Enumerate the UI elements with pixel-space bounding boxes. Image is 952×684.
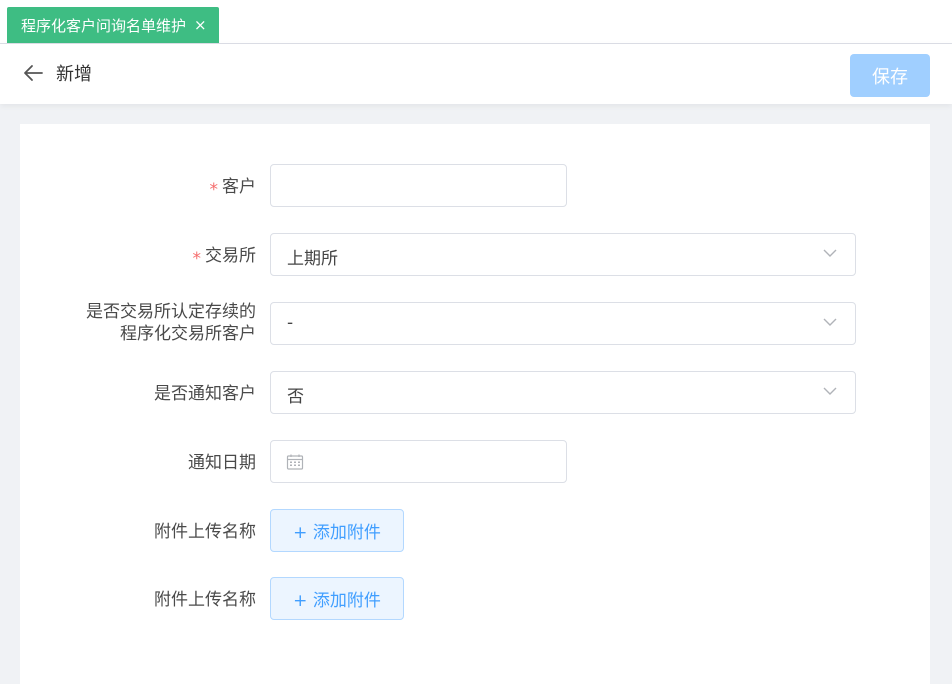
tab-bar: 程序化客户问询名单维护 × [0,0,952,44]
recognized-label: 是否交易所认定存续的 程序化交易所客户 [86,302,256,344]
required-mark: * [209,180,219,200]
form-card: * 客户 * 交易所 上期所 是否交易所认定存续的 程序化交易所客户 - 是否通… [20,124,930,684]
exchange-label: * 交易所 [192,246,257,269]
add-attachment-button-1[interactable]: + 添加附件 [270,509,404,552]
notify-label: 是否通知客户 [154,384,256,404]
tab-label: 程序化客户问询名单维护 [21,16,187,35]
page-title: 新增 [56,64,92,85]
recognized-select-value: - [287,313,294,333]
close-icon[interactable]: × [194,17,207,33]
page-header: 新增 保存 [0,44,952,104]
recognized-select[interactable]: - [270,302,856,345]
notify-select-value: 否 [287,387,304,407]
notify-select[interactable]: 否 [270,371,856,414]
attachment-1-label: 附件上传名称 [154,522,256,542]
attachment-2-label: 附件上传名称 [154,590,256,610]
chevron-down-icon [823,387,837,395]
notify-date-picker[interactable] [270,440,567,483]
required-mark: * [192,249,202,269]
customer-input[interactable] [270,164,567,207]
add-attachment-button-2[interactable]: + 添加附件 [270,577,404,620]
exchange-select[interactable]: 上期所 [270,233,856,276]
arrow-left-icon[interactable] [22,62,44,84]
tab-customer-inquiry-list[interactable]: 程序化客户问询名单维护 × [7,7,219,43]
calendar-icon [286,454,304,470]
chevron-down-icon [823,318,837,326]
customer-label: * 客户 [209,177,257,200]
save-button[interactable]: 保存 [850,54,930,97]
chevron-down-icon [823,249,837,257]
exchange-select-value: 上期所 [287,249,338,269]
notify-date-label: 通知日期 [188,453,256,473]
